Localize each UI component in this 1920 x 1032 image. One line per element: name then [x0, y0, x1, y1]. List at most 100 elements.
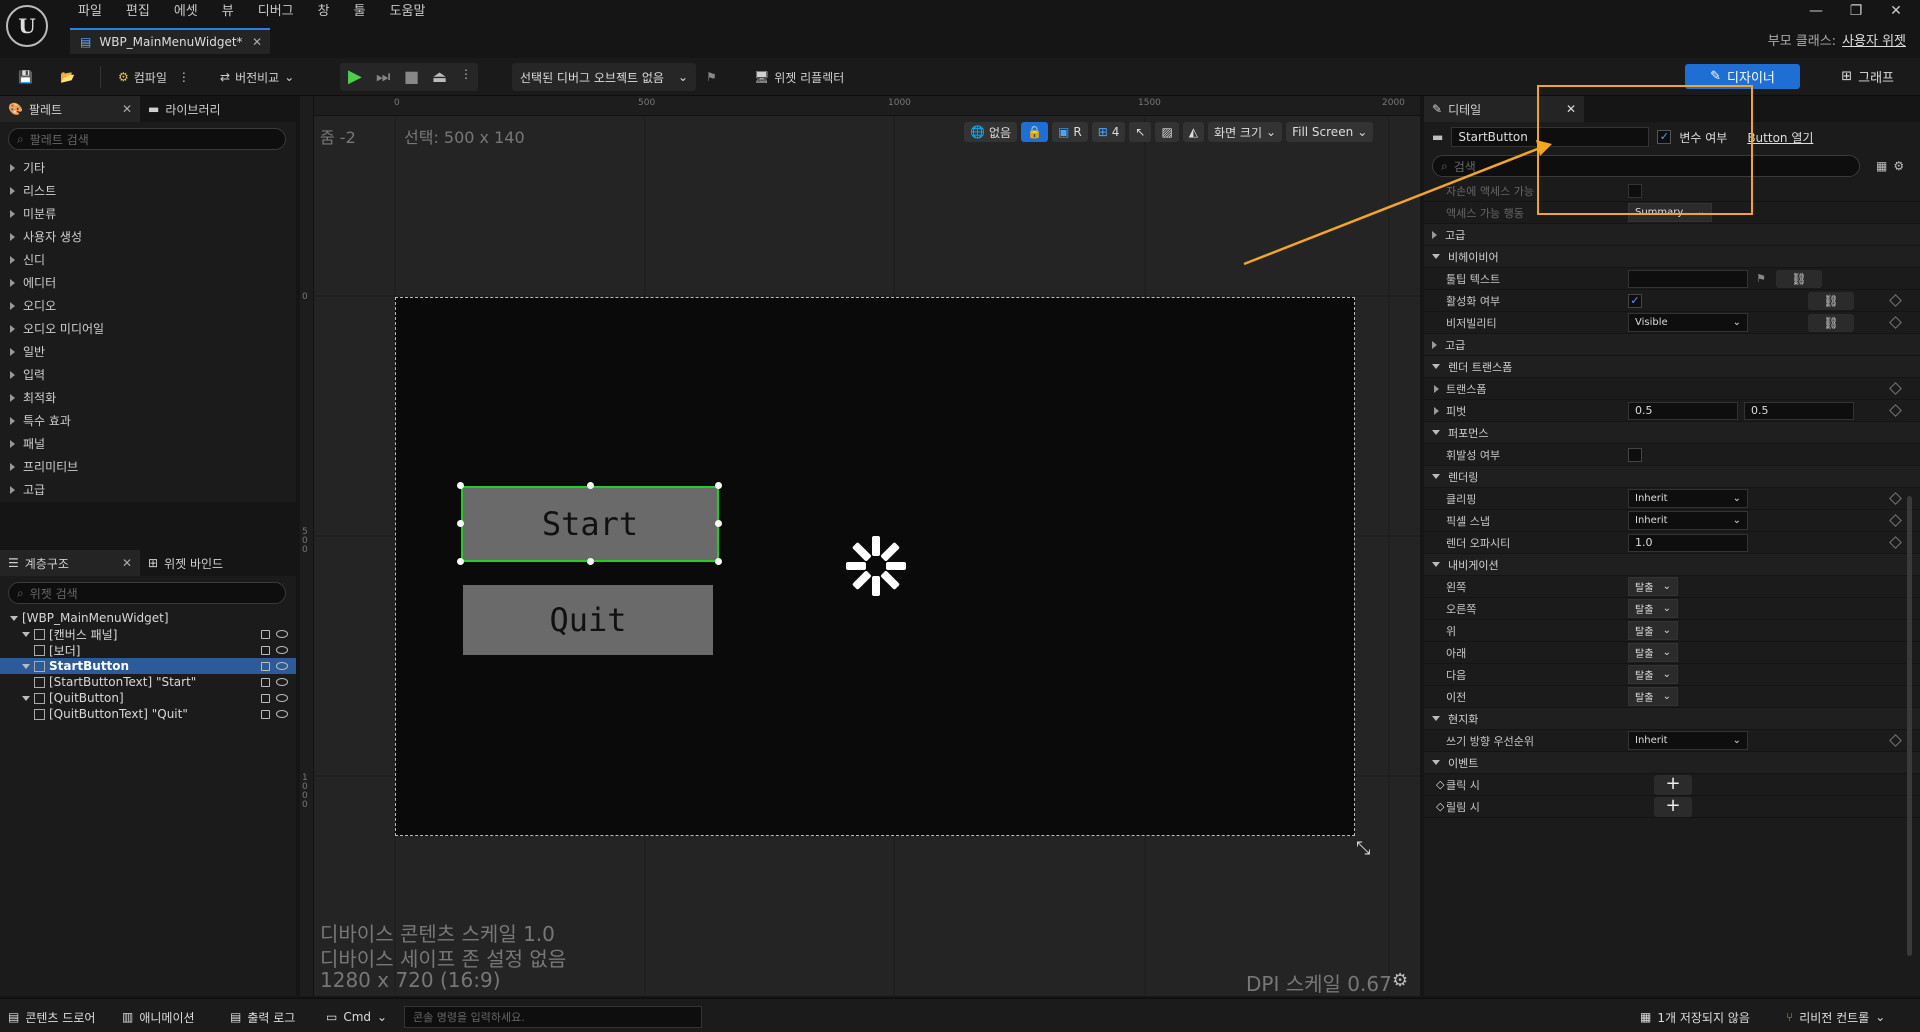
anchor-icon[interactable]: [844, 534, 908, 598]
visibility-eye-icon[interactable]: [276, 629, 288, 638]
nav-down-dropdown[interactable]: 탈출 ⌄: [1628, 643, 1678, 662]
palette-category[interactable]: 패널: [0, 432, 296, 455]
hierarchy-item[interactable]: [QuitButton]: [0, 690, 296, 706]
stop-icon[interactable]: ■: [404, 67, 419, 86]
palette-category[interactable]: 오디오 미디어일: [0, 317, 296, 340]
bind-link-icon[interactable]: ⛓: [1776, 269, 1822, 288]
nav-prev-dropdown[interactable]: 탈출 ⌄: [1628, 687, 1678, 706]
reset-diamond-icon[interactable]: [1889, 294, 1902, 307]
browse-icon[interactable]: 📂: [54, 63, 81, 91]
tab-library[interactable]: ▬ 라이브러리: [140, 96, 229, 122]
lock-icon[interactable]: [261, 677, 270, 687]
document-tab[interactable]: ▤ WBP_MainMenuWidget* ✕: [70, 28, 270, 54]
section-localization[interactable]: 현지화: [1424, 708, 1920, 730]
visibility-eye-icon[interactable]: [276, 693, 288, 702]
restore-icon[interactable]: ❐: [1836, 0, 1876, 24]
lock-icon[interactable]: [261, 693, 270, 703]
visibility-eye-icon[interactable]: [276, 661, 288, 670]
pivot-y-input[interactable]: 0.5: [1744, 401, 1854, 420]
bind-link-icon[interactable]: ⛓: [1808, 313, 1854, 332]
volatile-checkbox[interactable]: [1628, 447, 1642, 462]
resize-handle[interactable]: [587, 482, 594, 489]
palette-category[interactable]: 프리미티브: [0, 455, 296, 478]
hierarchy-item[interactable]: StartButton: [0, 658, 296, 674]
play-options-icon[interactable]: ⋮: [460, 67, 472, 81]
details-scrollbar[interactable]: [1907, 496, 1912, 956]
tooltip-input[interactable]: [1628, 269, 1748, 288]
palette-category[interactable]: 오디오: [0, 294, 296, 317]
reset-diamond-icon[interactable]: [1889, 536, 1902, 549]
render-opacity-input[interactable]: 1.0: [1628, 533, 1748, 552]
step-icon[interactable]: ⏭: [376, 67, 390, 87]
collapse-arrow-icon[interactable]: [10, 615, 18, 621]
more-options-icon[interactable]: ⋮: [178, 70, 190, 84]
lock-icon[interactable]: [261, 629, 270, 639]
resize-handle[interactable]: [715, 520, 722, 527]
menu-file[interactable]: 파일: [66, 2, 114, 22]
dpi-settings-gear-icon[interactable]: ⚙: [1392, 970, 1408, 991]
palette-search-input[interactable]: ⌕ 팔레트 검색: [8, 128, 286, 150]
unsaved-button[interactable]: ▦ 1개 저장되지 않음: [1640, 1007, 1750, 1027]
table-view-icon[interactable]: ▦: [1876, 159, 1887, 173]
collapse-arrow-icon[interactable]: [22, 663, 30, 669]
palette-category[interactable]: 특수 효과: [0, 409, 296, 432]
hierarchy-item[interactable]: [WBP_MainMenuWidget]: [0, 610, 296, 626]
hierarchy-item[interactable]: [QuitButtonText] "Quit": [0, 706, 296, 722]
palette-category[interactable]: 최적화: [0, 386, 296, 409]
settings-gear-icon[interactable]: ⚙: [1893, 159, 1904, 173]
collapse-arrow-icon[interactable]: [22, 631, 30, 637]
tab-widget-binding[interactable]: ⊞ 위젯 바인드: [140, 550, 231, 576]
graph-mode-button[interactable]: ⊞ 그래프: [1841, 64, 1894, 89]
nav-left-dropdown[interactable]: 탈출 ⌄: [1628, 577, 1678, 596]
localization-preview-button[interactable]: 🌐 없음: [964, 122, 1018, 142]
screen-size-dropdown[interactable]: 화면 크기 ⌄: [1208, 122, 1283, 142]
minimize-icon[interactable]: —: [1796, 0, 1836, 24]
compile-button[interactable]: ⚙ 컴파일 ⋮: [112, 63, 196, 91]
visibility-eye-icon[interactable]: [276, 677, 288, 686]
palette-category[interactable]: 사용자 생성: [0, 225, 296, 248]
palette-category[interactable]: 입력: [0, 363, 296, 386]
tab-hierarchy[interactable]: ☰ 계층구조 ✕: [0, 550, 140, 576]
resize-handle[interactable]: [457, 482, 464, 489]
hierarchy-item[interactable]: [보더]: [0, 642, 296, 658]
unreal-logo-icon[interactable]: U: [6, 5, 48, 47]
parent-class-link[interactable]: 사용자 위젯: [1842, 34, 1906, 49]
close-tab-icon[interactable]: ✕: [122, 556, 132, 570]
flow-direction-dropdown[interactable]: Inherit ⌄: [1628, 731, 1748, 750]
revision-control-button[interactable]: ⑂ 리비전 컨트롤 ⌄: [1786, 1007, 1885, 1027]
debug-filter-icon[interactable]: ⚑: [700, 63, 723, 91]
close-window-icon[interactable]: ✕: [1876, 0, 1916, 24]
reset-diamond-icon[interactable]: [1889, 514, 1902, 527]
menu-debug[interactable]: 디버그: [246, 2, 306, 22]
visibility-eye-icon[interactable]: [276, 709, 288, 718]
palette-category[interactable]: 일반: [0, 340, 296, 363]
reset-diamond-icon[interactable]: [1889, 404, 1902, 417]
lock-toggle[interactable]: 🔒: [1021, 122, 1048, 142]
reset-diamond-icon[interactable]: [1889, 734, 1902, 747]
menu-edit[interactable]: 편집: [114, 2, 162, 22]
visibility-eye-icon[interactable]: [276, 645, 288, 654]
animation-button[interactable]: ▥ 애니메이션: [122, 1007, 195, 1027]
menu-help[interactable]: 도움말: [378, 2, 438, 22]
close-tab-icon[interactable]: ✕: [252, 35, 262, 49]
reset-diamond-icon[interactable]: [1889, 492, 1902, 505]
hierarchy-item[interactable]: [StartButtonText] "Start": [0, 674, 296, 690]
section-performance[interactable]: 퍼포먼스: [1424, 422, 1920, 444]
section-advanced[interactable]: 고급: [1424, 334, 1920, 356]
reset-diamond-icon[interactable]: [1889, 316, 1902, 329]
widget-reflector-button[interactable]: 🖥 위젯 리플렉터: [748, 63, 850, 91]
palette-category[interactable]: 기타: [0, 156, 296, 179]
palette-category[interactable]: 신디: [0, 248, 296, 271]
clipping-dropdown[interactable]: Inherit ⌄: [1628, 489, 1748, 508]
menu-window[interactable]: 창: [306, 2, 342, 22]
diff-button[interactable]: ⇄ 버전비교 ⌄: [214, 63, 300, 91]
canvas-panel[interactable]: Start Quit: [395, 297, 1355, 836]
nav-right-dropdown[interactable]: 탈출 ⌄: [1628, 599, 1678, 618]
start-button-widget[interactable]: Start: [461, 486, 719, 562]
palette-category[interactable]: 미분류: [0, 202, 296, 225]
section-render-transform[interactable]: 렌더 트랜스폼: [1424, 356, 1920, 378]
save-icon[interactable]: 💾: [12, 63, 39, 91]
image-preview-button[interactable]: ▨: [1155, 122, 1179, 142]
enabled-checkbox[interactable]: ✓: [1628, 293, 1642, 308]
resize-handle[interactable]: [457, 520, 464, 527]
